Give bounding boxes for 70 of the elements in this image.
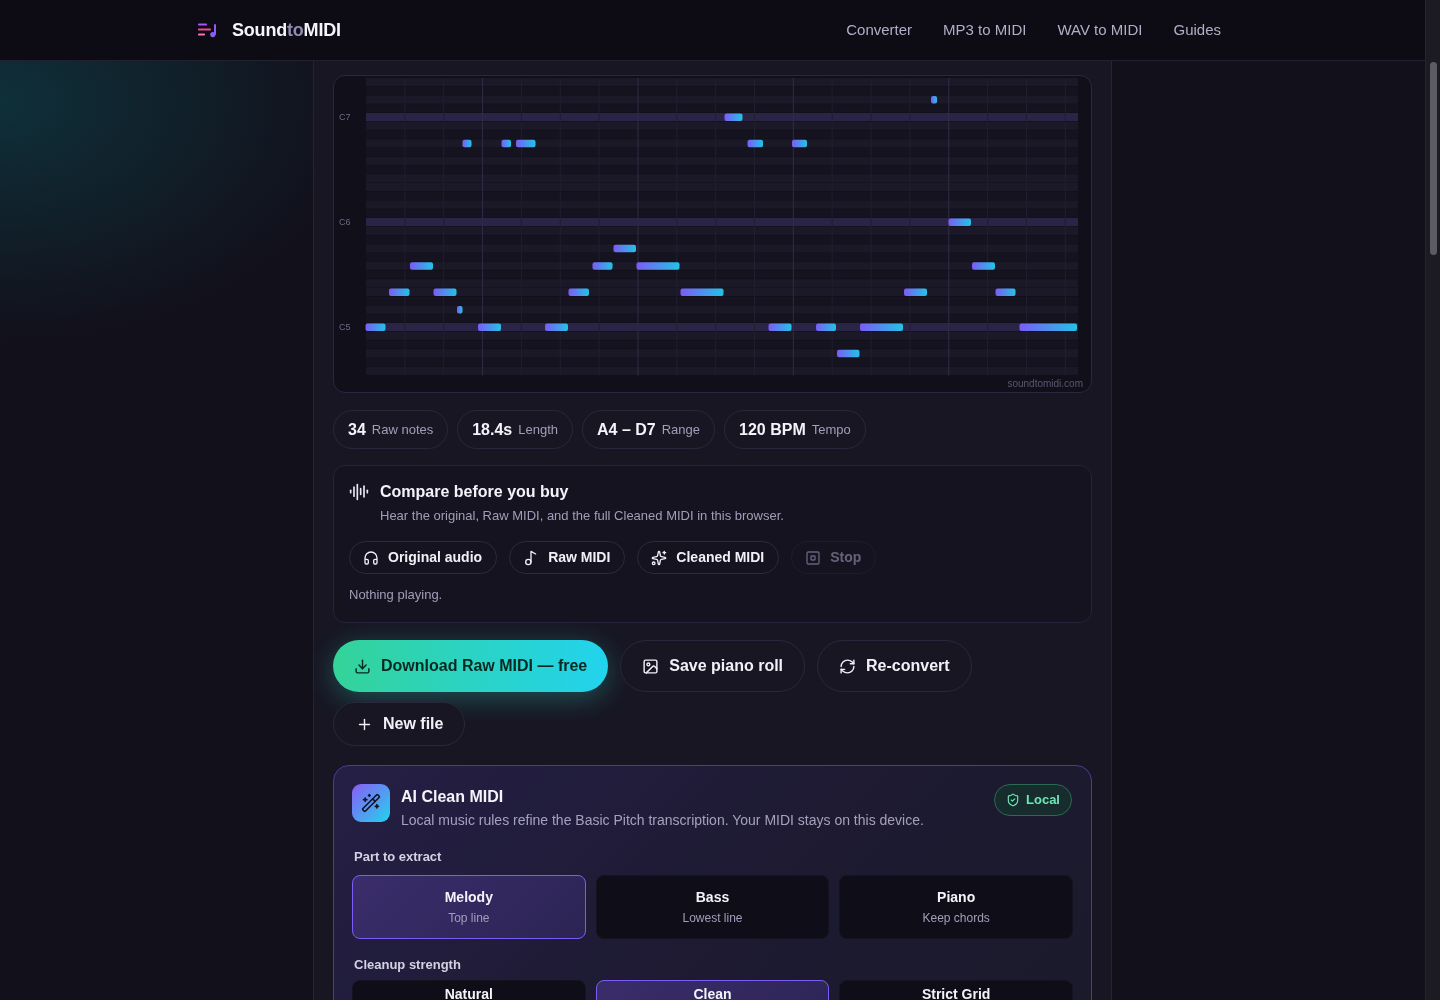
midi-note (433, 288, 457, 296)
badge-label: Local (1026, 791, 1060, 810)
image-icon (642, 657, 660, 675)
stat-chip: A4 – D7 Range (582, 410, 716, 449)
midi-note (592, 262, 613, 270)
section-label: Part to extract (354, 849, 443, 865)
nav-link[interactable]: MP3 to MIDI (943, 18, 1027, 42)
midi-note (680, 288, 724, 296)
midi-note (860, 323, 903, 331)
midi-note (747, 139, 763, 148)
midi-note (462, 139, 472, 148)
midi-note (1019, 323, 1077, 331)
nav-link[interactable]: Guides (1173, 18, 1221, 42)
midi-note (478, 323, 501, 331)
download-icon (354, 657, 371, 675)
midi-note (972, 262, 995, 270)
midi-note (724, 113, 743, 121)
site-credit: soundtomidi.com (1007, 378, 1083, 389)
midi-note (457, 306, 463, 314)
reconvert-button[interactable]: Re-convert (817, 640, 972, 692)
midi-note (636, 262, 680, 270)
midi-note (768, 323, 792, 331)
stat-chip: 34 Raw notes (333, 410, 449, 449)
midi-note (501, 139, 511, 148)
scrollbar-thumb[interactable] (1429, 62, 1437, 255)
save-image-button[interactable]: Save piano roll (620, 640, 806, 692)
pitch-label: C6 (339, 217, 351, 228)
midi-note (995, 288, 1016, 296)
compare-title: Compare before you buy (380, 482, 569, 502)
playback-status: Nothing playing. (349, 586, 444, 604)
part-option[interactable]: Melody Top line (352, 875, 586, 939)
midi-note (389, 288, 410, 296)
midi-note (365, 323, 386, 331)
sparkles-icon (651, 549, 668, 566)
compare-subtitle: Hear the original, Raw MIDI, and the full Cleaned MIDI in this browser. (380, 507, 785, 525)
stat-chip: 18.4s Length (457, 410, 574, 449)
midi-note (931, 96, 937, 104)
strength-option[interactable]: Strict Grid (839, 980, 1073, 1000)
midi-note (837, 349, 860, 358)
download-button[interactable]: Download Raw MIDI — free (333, 640, 609, 692)
ai-clean-description: Local music rules refine the Basic Pitch transcription. Your MIDI stays on this device. (401, 811, 925, 830)
stop-icon (805, 549, 822, 566)
magic-wand-icon (352, 784, 390, 822)
audio-wave-icon (349, 482, 369, 502)
strength-option[interactable]: Clean (595, 980, 830, 1000)
midi-note (410, 262, 433, 270)
pitch-label: C7 (339, 112, 351, 123)
midi-note (792, 139, 807, 148)
logo-text[interactable]: SoundtoMIDI (232, 16, 341, 44)
refresh-icon (839, 657, 857, 675)
ai-clean-title: AI Clean MIDI (401, 787, 505, 807)
nav-link[interactable]: WAV to MIDI (1057, 18, 1143, 42)
midi-note (948, 218, 971, 226)
nav-link[interactable]: Converter (846, 18, 913, 42)
midi-note (516, 139, 536, 148)
shield-check-icon (1006, 793, 1021, 807)
stat-chip: 120 BPM Tempo (724, 410, 866, 449)
pitch-label: C5 (339, 322, 351, 333)
midi-note (568, 288, 589, 296)
midi-note (613, 244, 636, 253)
midi-note (816, 323, 836, 331)
new-file-button[interactable]: New file (333, 702, 466, 746)
midi-note (904, 288, 927, 296)
part-option[interactable]: Piano Keep chords (839, 875, 1073, 939)
strength-option[interactable]: Natural (352, 980, 586, 1000)
headphones-icon (363, 549, 379, 566)
section-label: Cleanup strength (354, 957, 462, 973)
midi-note (545, 323, 568, 331)
logo-icon (198, 22, 219, 38)
part-option[interactable]: Bass Lowest line (595, 875, 830, 939)
